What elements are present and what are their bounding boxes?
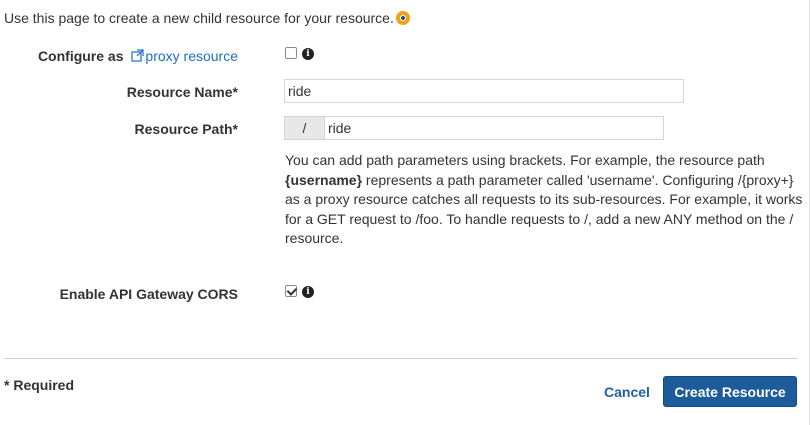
cancel-button[interactable]: Cancel	[604, 384, 650, 400]
intro-label: Use this page to create a new child reso…	[4, 10, 394, 26]
info-icon[interactable]: i	[302, 286, 314, 298]
panel-edge	[809, 0, 810, 425]
resource-path-prefix: /	[284, 116, 324, 140]
external-link-icon	[131, 49, 145, 62]
create-resource-page: Use this page to create a new child reso…	[0, 0, 812, 425]
resource-name-input[interactable]	[284, 79, 684, 103]
help-bold: {username}	[285, 171, 363, 188]
resource-path-label: Resource Path*	[134, 121, 238, 137]
path-help-text: You can add path parameters using bracke…	[285, 151, 805, 249]
footer-divider	[4, 358, 798, 359]
resource-path-group: /	[284, 116, 664, 140]
info-icon[interactable]: i	[302, 48, 314, 60]
proxy-label: Configure as proxy resource	[38, 48, 238, 64]
intro-text: Use this page to create a new child reso…	[4, 10, 410, 26]
resource-target-icon	[395, 11, 410, 25]
cors-checkbox[interactable]	[285, 285, 297, 297]
proxy-label-prefix: Configure as	[37, 48, 124, 64]
resource-name-label: Resource Name*	[126, 84, 238, 100]
resource-path-input[interactable]	[324, 116, 664, 140]
cors-label: Enable API Gateway CORS	[59, 286, 238, 302]
help-part2: represents a path parameter called 'user…	[285, 171, 803, 247]
create-resource-button[interactable]: Create Resource	[663, 376, 797, 407]
proxy-resource-link[interactable]: proxy resource	[145, 48, 238, 64]
proxy-resource-checkbox[interactable]	[285, 47, 297, 59]
required-note: * Required	[4, 377, 75, 393]
help-part1: You can add path parameters using bracke…	[285, 152, 765, 168]
